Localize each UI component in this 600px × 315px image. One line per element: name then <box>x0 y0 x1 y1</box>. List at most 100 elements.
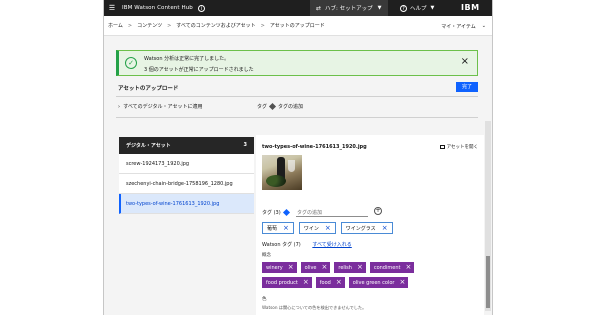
watson-tag: winery × <box>262 262 297 273</box>
breadcrumb-content[interactable]: コンテンツ <box>137 22 162 29</box>
concept-label: 概念 <box>262 253 271 258</box>
apply-all-label: すべてのデジタル・アセットに適用 <box>123 104 203 110</box>
user-tag: ワイン × <box>298 222 336 234</box>
watson-tag-label: condiment <box>373 264 401 271</box>
add-tag-link[interactable]: タグの追加 <box>278 104 303 110</box>
notification-line1: Watson 分析は正常に完了しました。 <box>144 56 230 62</box>
divider <box>116 117 478 118</box>
remove-tag-icon[interactable]: × <box>283 224 289 232</box>
tag-label: タグ <box>257 104 268 110</box>
page-title: アセットのアップロード <box>118 86 179 92</box>
notification-line2: 3 個のアセットが正常にアップロードされました <box>144 67 254 73</box>
scrollbar[interactable] <box>485 121 491 311</box>
asset-list-title: デジタル・アセット <box>126 143 171 149</box>
help-label: ヘルプ <box>410 6 427 12</box>
settings-sliders-icon: ⇄ <box>316 4 322 12</box>
top-bar: ☰ IBM Watson Content Hub i ⇄ ハブ: セットアップ … <box>104 0 492 16</box>
watson-tag: condiment × <box>369 262 415 273</box>
remove-tag-icon[interactable]: × <box>322 264 328 271</box>
done-button[interactable]: 完了 <box>456 82 478 92</box>
asset-detail-panel: two-types-of-wine-1761613_1920.jpg アセットを… <box>256 135 484 315</box>
user-tags: 葡萄 × ワイン × ワイングラス × <box>262 222 393 234</box>
list-item[interactable]: screw-1924173_1920.jpg <box>119 154 254 174</box>
user-tag: ワイングラス × <box>340 222 393 234</box>
asset-list-header: デジタル・アセット 3 <box>119 137 254 154</box>
watson-tag-label: food <box>319 279 331 286</box>
double-chevron-down-icon: ⌄ <box>481 23 486 29</box>
watson-tag: relish × <box>334 262 366 273</box>
list-item-selected[interactable]: two-types-of-wine-1761613_1920.jpg <box>119 194 254 214</box>
asset-thumbnail <box>262 155 302 190</box>
remove-tag-icon[interactable]: × <box>336 279 342 286</box>
breadcrumb: ホーム > コンテンツ > すべてのコンテンツおよびアセット > アセットのアッ… <box>104 16 492 36</box>
apply-all-row: › すべてのデジタル・アセットに適用 タグ タグの追加 <box>116 101 478 113</box>
open-window-icon <box>439 144 445 149</box>
watson-tags: winery × olive × relish × condiment × food p… <box>262 262 432 288</box>
watson-tag-label: olive green color <box>352 279 395 286</box>
checkmark-icon: ✓ <box>125 57 137 69</box>
asset-list: デジタル・アセット 3 screw-1924173_1920.jpg szech… <box>119 137 254 315</box>
breadcrumb-upload-assets: アセットのアップロード <box>269 23 325 29</box>
user-tag-label: ワイン <box>303 225 319 232</box>
breadcrumb-separator-icon: > <box>127 22 133 29</box>
ibm-logo: IBM <box>461 3 480 12</box>
watson-tag: olive green color × <box>348 277 409 288</box>
chevron-down-icon: ▼ <box>377 5 382 11</box>
app-title: IBM Watson Content Hub <box>122 5 193 11</box>
remove-tag-icon[interactable]: × <box>357 264 363 271</box>
tag-input-row: タグ (3) タグの追加 + <box>262 207 476 217</box>
open-asset-link[interactable]: アセットを開く <box>439 144 478 150</box>
watson-tag-label: winery <box>266 264 283 271</box>
accept-all-link[interactable]: すべて受け入れる <box>312 242 351 248</box>
app-window: ☰ IBM Watson Content Hub i ⇄ ハブ: セットアップ … <box>103 0 493 315</box>
color-label: 色 <box>262 297 267 302</box>
help-menu[interactable]: ? ヘルプ ▼ <box>400 0 434 16</box>
watson-tag: olive × <box>300 262 331 273</box>
remove-tag-icon[interactable]: × <box>303 279 309 286</box>
tag-input[interactable]: タグの追加 <box>296 207 368 217</box>
success-notification: ✓ Watson 分析は正常に完了しました。 3 個のアセットが正常にアップロー… <box>116 50 478 76</box>
asset-filename: two-types-of-wine-1761613_1920.jpg <box>262 144 367 150</box>
remove-tag-icon[interactable]: × <box>325 224 331 232</box>
list-item[interactable]: szechenyi-chain-bridge-1758196_1280.jpg <box>119 174 254 194</box>
my-items-menu[interactable]: マイ・アイテム ⌄ <box>441 16 486 36</box>
tag-icon <box>282 208 291 217</box>
tags-count-label: タグ (3) <box>262 210 281 216</box>
remove-tag-icon[interactable]: × <box>382 224 388 232</box>
watson-tag-label: olive <box>304 264 317 271</box>
scrollbar-thumb[interactable] <box>486 256 490 308</box>
color-message: Watson は関心についての色を検出できませんでした。 <box>262 305 367 310</box>
breadcrumb-home[interactable]: ホーム <box>108 22 123 29</box>
user-tag-label: ワイングラス <box>345 225 376 232</box>
glass-shape <box>288 160 295 172</box>
hamburger-icon[interactable]: ☰ <box>104 4 120 12</box>
tag-icon <box>268 102 277 111</box>
my-items-label: マイ・アイテム <box>441 23 476 30</box>
user-tag-label: 葡萄 <box>267 225 278 232</box>
watson-tag: food × <box>315 277 345 288</box>
asset-count: 3 <box>243 142 247 148</box>
info-icon[interactable]: i <box>197 4 205 12</box>
watson-tag-label: food product <box>266 279 298 286</box>
apply-all-toggle[interactable]: › すべてのデジタル・アセットに適用 <box>118 103 202 110</box>
upload-header: アセットのアップロード 完了 <box>116 80 478 97</box>
chevron-right-icon: › <box>118 104 120 110</box>
close-icon[interactable]: × <box>461 56 469 67</box>
breadcrumb-all-content[interactable]: すべてのコンテンツおよびアセット <box>176 22 255 29</box>
open-asset-label: アセットを開く <box>446 145 478 150</box>
remove-tag-icon[interactable]: × <box>288 264 294 271</box>
watson-tag-label: relish <box>338 264 352 271</box>
user-tag: 葡萄 × <box>262 222 294 234</box>
breadcrumb-separator-icon: > <box>260 22 265 29</box>
grape-shape <box>266 175 286 187</box>
apply-all-tags: タグ タグの追加 <box>257 102 303 111</box>
help-icon: ? <box>400 4 407 12</box>
add-tag-icon[interactable]: + <box>374 207 382 215</box>
watson-tags-row: Watson タグ (7) すべて受け入れる <box>262 241 352 248</box>
hub-setup-menu[interactable]: ⇄ ハブ: セットアップ ▼ <box>310 0 388 16</box>
remove-tag-icon[interactable]: × <box>405 264 411 271</box>
remove-tag-icon[interactable]: × <box>400 279 406 286</box>
hub-setup-label: ハブ: セットアップ <box>325 6 373 12</box>
watson-tag: food product × <box>262 277 312 288</box>
watson-tags-label: Watson タグ (7) <box>262 242 301 248</box>
